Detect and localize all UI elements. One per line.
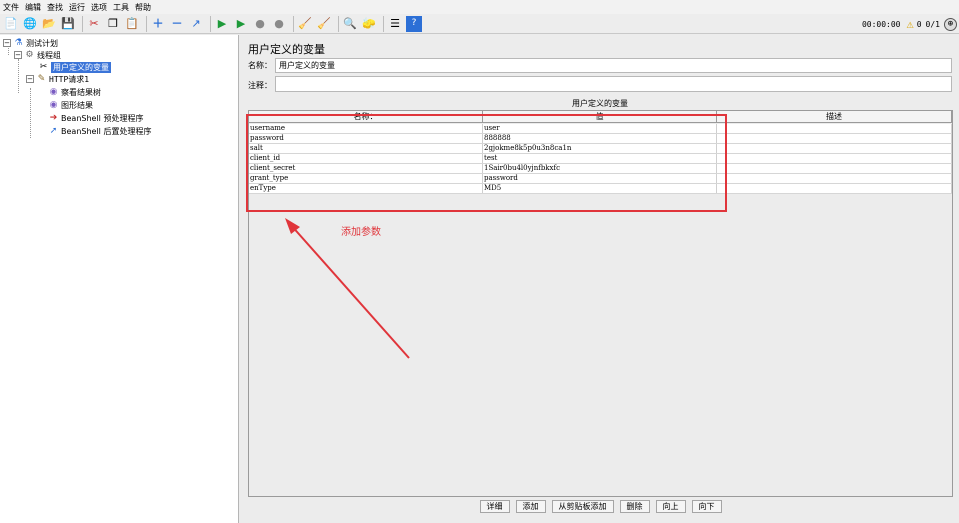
annotation-arrow — [285, 218, 410, 359]
annotation-text: 添加参数 — [341, 227, 381, 238]
annotation-arrow-line — [289, 223, 410, 359]
